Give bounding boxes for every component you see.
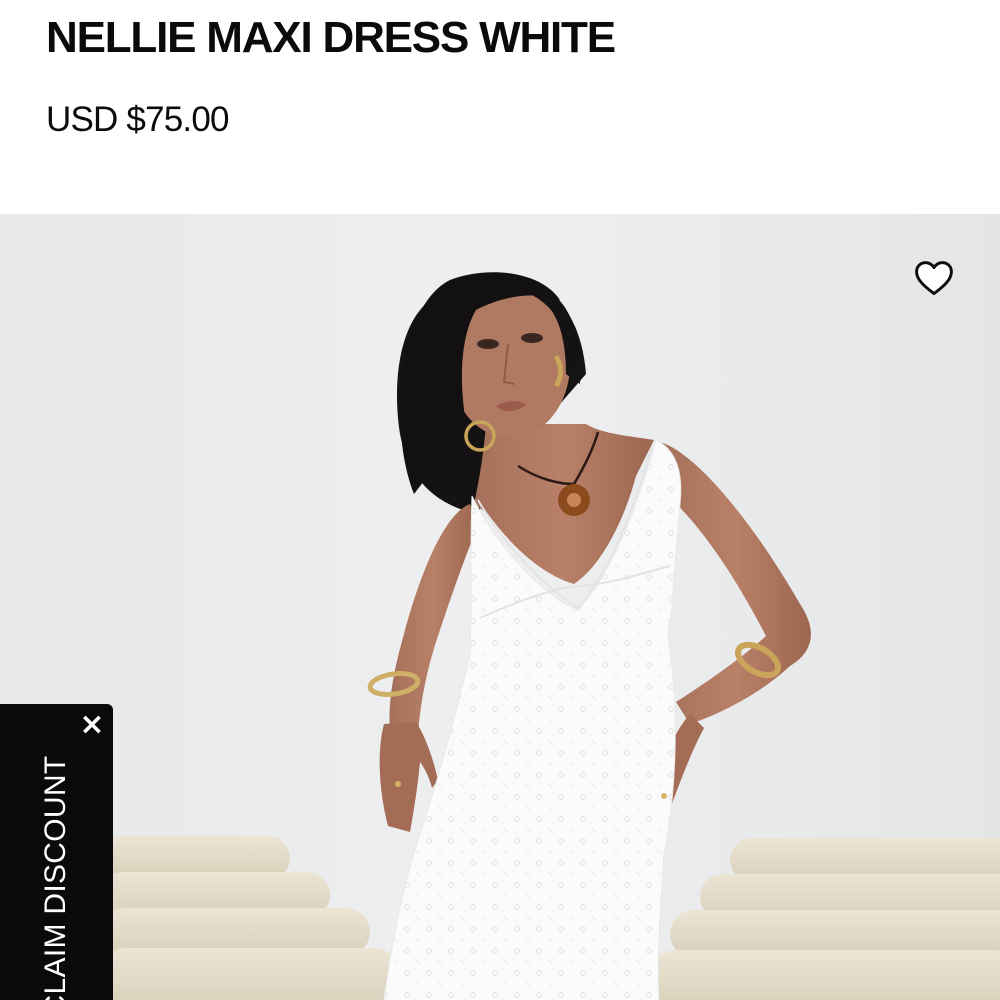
product-photo bbox=[0, 214, 1000, 1000]
product-price: USD $75.00 bbox=[46, 100, 229, 139]
product-image[interactable] bbox=[0, 214, 1000, 1000]
close-icon[interactable]: × bbox=[76, 708, 108, 742]
product-title: NELLIE MAXI DRESS WHITE bbox=[46, 13, 616, 62]
wishlist-button[interactable] bbox=[912, 254, 960, 302]
claim-discount-label: CLAIM DISCOUNT bbox=[39, 755, 72, 1000]
claim-discount-tab[interactable]: × CLAIM DISCOUNT bbox=[0, 704, 113, 1000]
product-page: NELLIE MAXI DRESS WHITE USD $75.00 × CLA… bbox=[0, 0, 1000, 1000]
heart-outline-icon bbox=[915, 261, 953, 296]
